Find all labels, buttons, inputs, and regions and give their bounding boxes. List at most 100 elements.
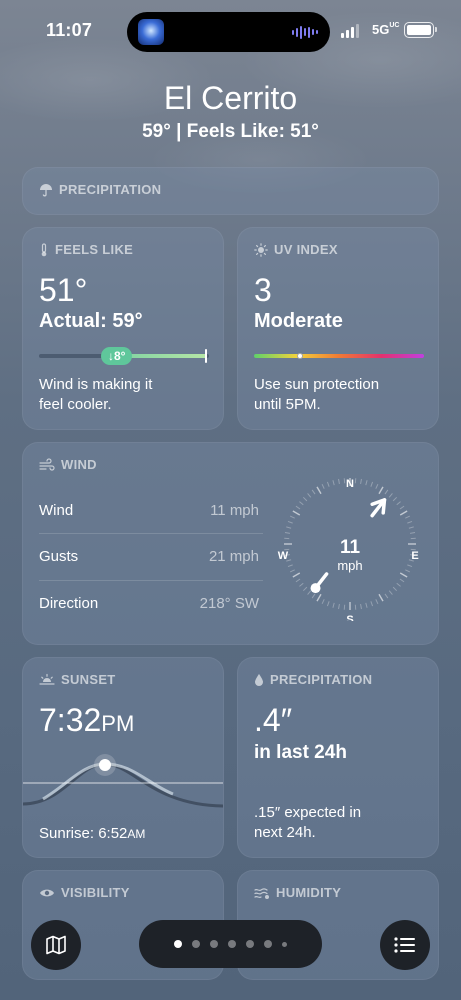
compass-tick — [316, 593, 322, 602]
compass-tick — [295, 578, 301, 583]
compass-wind-unit: mph — [337, 558, 362, 573]
compass-tick — [316, 486, 322, 495]
sunset-time: 7:32PM — [39, 702, 135, 738]
compass-tick — [321, 483, 325, 489]
compass-tick — [384, 489, 389, 495]
compass-tick — [375, 599, 379, 605]
thermometer-icon — [41, 242, 47, 256]
compass-tick — [299, 582, 304, 587]
compass-tick — [302, 496, 308, 502]
compass-tick — [407, 564, 413, 568]
precipitation-value: .4″ — [254, 702, 293, 738]
page-indicator[interactable] — [139, 920, 322, 968]
compass-tick — [399, 510, 408, 516]
page-dot[interactable] — [264, 940, 272, 948]
compass-south-label: S — [346, 614, 353, 621]
sun-icon — [254, 242, 268, 257]
compass-tick — [360, 603, 362, 610]
status-time: 11:07 — [46, 20, 93, 40]
compass-tick — [286, 526, 292, 529]
compass-tick — [407, 520, 413, 524]
compass-tick — [311, 593, 316, 599]
feels-like-difference-badge: ↓8° — [101, 347, 133, 365]
compass-tick — [399, 572, 408, 578]
city-name: El Cerrito — [163, 80, 298, 116]
wind-row-direction: Direction 218° SW — [39, 594, 259, 612]
compass-tick — [405, 569, 411, 573]
feels-like-card[interactable]: FEELS LIKE 51° Actual: 59° ↓8° Wind is m… — [22, 227, 224, 430]
compass-tick — [365, 602, 368, 608]
uv-index-level: Moderate — [254, 310, 343, 332]
uv-index-card[interactable]: UV INDEX 3 Moderate Use sun protection u… — [237, 227, 439, 430]
compass-tick — [338, 478, 340, 485]
compass-tick — [332, 602, 335, 608]
precipitation-card[interactable]: PRECIPITATION .4″ in last 24h .15″ expec… — [237, 657, 439, 858]
compass-tick — [326, 481, 330, 487]
compass-tick — [409, 532, 416, 534]
precipitation-header-card[interactable]: PRECIPITATION — [22, 167, 439, 215]
umbrella-icon — [40, 183, 52, 196]
compass-tick — [360, 478, 362, 485]
list-icon — [394, 937, 415, 953]
dynamic-island[interactable] — [127, 12, 330, 52]
compass-tick — [375, 483, 379, 489]
precipitation-period: in last 24h — [254, 742, 347, 763]
compass-tick — [311, 489, 316, 495]
compass-tick — [326, 601, 330, 607]
feels-like-value: 51° — [39, 272, 88, 308]
compass-tick — [408, 526, 414, 529]
compass-tick — [396, 501, 401, 506]
map-button[interactable] — [31, 920, 81, 970]
card-title: PRECIPITATION — [39, 182, 161, 197]
compass-tick — [287, 564, 293, 568]
actual-temperature: Actual: 59° — [39, 310, 143, 332]
page-dot[interactable] — [210, 940, 218, 948]
sunset-icon — [39, 673, 55, 685]
feels-like-end-marker — [205, 349, 207, 363]
sun-path-graph — [23, 754, 223, 808]
page-dot[interactable] — [246, 940, 254, 948]
page-dot[interactable] — [192, 940, 200, 948]
wind-compass: N E S W 11 mph — [278, 478, 419, 621]
status-bar: 11:07 5GUC — [0, 0, 461, 62]
compass-tick — [370, 481, 374, 487]
compass-tick — [302, 586, 308, 592]
cellular-signal-icon — [341, 24, 359, 38]
compass-tick — [370, 601, 374, 607]
compass-wind-speed: 11 — [340, 537, 361, 558]
compass-tick — [338, 603, 340, 610]
wind-card[interactable]: WIND Wind 11 mph Gusts 21 mph Direction … — [22, 442, 439, 645]
compass-tick — [284, 532, 291, 534]
locations-list-button[interactable] — [380, 920, 430, 970]
compass-tick — [388, 493, 393, 498]
raindrop-icon — [255, 673, 263, 686]
compass-tick — [388, 590, 393, 595]
battery-icon — [404, 22, 437, 38]
page-dot[interactable] — [174, 940, 182, 948]
uv-index-marker — [296, 353, 303, 359]
compass-north-label: N — [346, 478, 354, 490]
network-type: 5GUC — [372, 22, 400, 37]
compass-tick — [289, 569, 295, 573]
page-dot[interactable] — [282, 941, 287, 947]
compass-tick — [289, 515, 295, 519]
sunset-card[interactable]: SUNSET 7:32PM Sunrise: 6:52AM — [22, 657, 224, 858]
uv-index-value: 3 — [254, 272, 272, 308]
bottom-toolbar — [0, 910, 461, 1000]
map-icon — [46, 935, 66, 955]
compass-west-label: W — [278, 550, 289, 562]
wind-row-speed: Wind 11 mph — [39, 501, 259, 519]
compass-tick — [365, 480, 368, 486]
compass-tick — [287, 520, 293, 524]
page-dot[interactable] — [228, 940, 236, 948]
compass-tick — [405, 515, 411, 519]
sunrise-time: Sunrise: 6:52AM — [39, 825, 146, 842]
temperature-summary: 59° | Feels Like: 51° — [142, 121, 319, 142]
compass-tick — [292, 510, 301, 516]
compass-tick — [321, 599, 325, 605]
compass-tick — [378, 593, 384, 602]
humidity-icon — [254, 887, 269, 899]
wind-row-gusts: Gusts 21 mph — [39, 547, 259, 565]
compass-tick — [399, 578, 405, 583]
compass-tick — [299, 501, 304, 506]
